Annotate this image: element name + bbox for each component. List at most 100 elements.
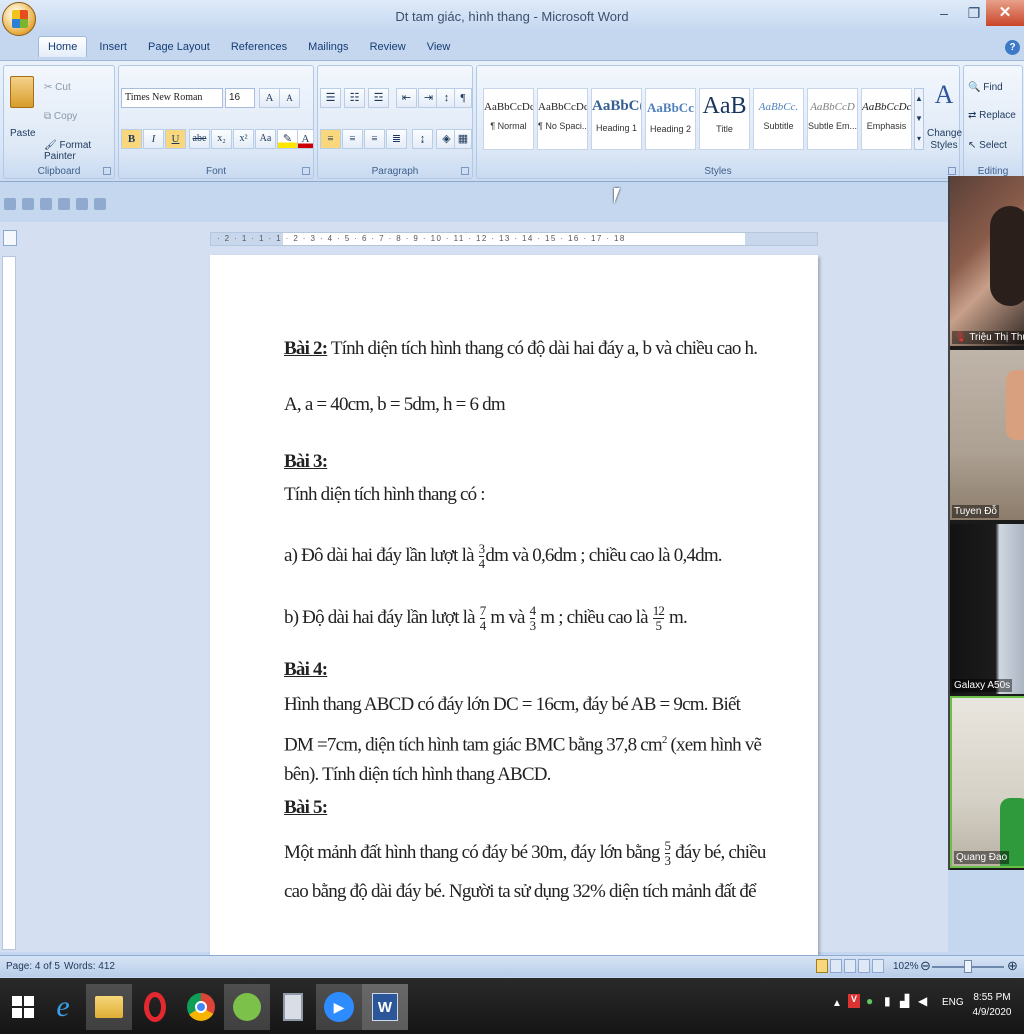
clock[interactable]: 8:55 PM 4/9/2020 (966, 990, 1018, 1020)
file-explorer-icon[interactable] (86, 984, 132, 1030)
draft-view-icon[interactable] (872, 959, 884, 973)
zoom-out-icon[interactable]: ⊖ (920, 958, 931, 974)
justify-icon[interactable]: ≣ (386, 129, 407, 149)
full-screen-view-icon[interactable] (830, 959, 842, 973)
strikethrough-button[interactable]: abe (189, 129, 210, 149)
internet-explorer-icon[interactable]: e (40, 984, 86, 1030)
superscript-button[interactable]: x² (233, 129, 254, 149)
close-button[interactable]: ✕ (986, 0, 1024, 26)
styles-launcher-icon[interactable] (948, 167, 956, 175)
opera-icon[interactable] (132, 984, 178, 1030)
font-color-icon[interactable]: A (297, 129, 314, 149)
language-indicator[interactable]: ENG (942, 997, 964, 1008)
office-button-icon[interactable] (2, 2, 36, 36)
find-button[interactable]: 🔍 Find (968, 82, 1003, 93)
network-icon[interactable]: ▮ (884, 994, 891, 1008)
chrome-icon[interactable] (178, 984, 224, 1030)
restore-button[interactable]: ❐ (960, 2, 988, 24)
green-app-icon[interactable] (224, 984, 270, 1030)
font-size-select[interactable]: 16 (225, 88, 255, 108)
style-subtitle[interactable]: AaBbCc. Subtitle (753, 88, 804, 150)
video-tile[interactable]: Galaxy A50s (950, 524, 1024, 694)
vertical-ruler[interactable] (2, 256, 16, 950)
align-left-icon[interactable]: ≡ (320, 129, 341, 149)
undo-icon[interactable] (22, 198, 34, 210)
tab-references[interactable]: References (222, 37, 296, 57)
clipboard-launcher-icon[interactable] (103, 167, 111, 175)
decrease-indent-icon[interactable]: ⇤ (396, 88, 417, 108)
underline-button[interactable]: U (165, 129, 186, 149)
shrink-font-button[interactable]: A (279, 88, 300, 108)
paste-icon[interactable] (10, 76, 34, 108)
multilevel-list-icon[interactable]: ☲ (368, 88, 389, 108)
style-title[interactable]: AaB Title (699, 88, 750, 150)
open-icon[interactable] (76, 198, 88, 210)
outline-view-icon[interactable] (858, 959, 870, 973)
change-styles-button[interactable]: Change Styles (927, 128, 962, 152)
line-spacing-icon[interactable]: ↨ (412, 129, 433, 149)
signal-icon[interactable]: ▟ (900, 994, 909, 1008)
styles-scroll-icon[interactable]: ▲ ▼ ▾ (914, 88, 924, 150)
page-count[interactable]: Page: 4 of 5 (6, 961, 60, 972)
align-center-icon[interactable]: ≡ (342, 129, 363, 149)
italic-button[interactable]: I (143, 129, 164, 149)
change-styles-icon[interactable]: A (929, 80, 959, 110)
new-document-icon[interactable] (58, 198, 70, 210)
style-normal[interactable]: AaBbCcDc ¶ Normal (483, 88, 534, 150)
align-right-icon[interactable]: ≡ (364, 129, 385, 149)
bullets-icon[interactable]: ☰ (320, 88, 341, 108)
print-layout-view-icon[interactable] (816, 959, 828, 973)
document-page[interactable]: Bài 2: Tính diện tích hình thang có độ d… (210, 255, 818, 955)
vpn-icon[interactable]: V (848, 994, 860, 1008)
style-heading-2[interactable]: AaBbCc Heading 2 (645, 88, 696, 150)
zoom-slider-thumb[interactable] (964, 960, 972, 973)
cut-button[interactable]: ✂ Cut (44, 82, 71, 93)
highlight-icon[interactable]: ✎ (277, 129, 298, 149)
calculator-icon[interactable] (270, 984, 316, 1030)
font-launcher-icon[interactable] (302, 167, 310, 175)
tab-home[interactable]: Home (38, 36, 88, 57)
style-no-spacing[interactable]: AaBbCcDc ¶ No Spaci... (537, 88, 588, 150)
tray-overflow-icon[interactable]: ▲ (832, 998, 842, 1009)
shield-icon[interactable]: ● (866, 994, 873, 1008)
replace-button[interactable]: ⇄ Replace (968, 110, 1016, 121)
word-app-icon[interactable]: W (362, 984, 408, 1030)
save-icon[interactable] (4, 198, 16, 210)
bold-button[interactable]: B (121, 129, 142, 149)
web-layout-view-icon[interactable] (844, 959, 856, 973)
redo-icon[interactable] (40, 198, 52, 210)
style-subtle-emphasis[interactable]: AaBbCcD Subtle Em... (807, 88, 858, 150)
tab-insert[interactable]: Insert (90, 37, 136, 57)
tab-selector-icon[interactable] (3, 230, 17, 246)
select-button[interactable]: ↖ Select (968, 140, 1007, 151)
numbering-icon[interactable]: ☷ (344, 88, 365, 108)
paste-button[interactable]: Paste (10, 128, 36, 139)
style-emphasis[interactable]: AaBbCcDc Emphasis (861, 88, 912, 150)
tab-mailings[interactable]: Mailings (299, 37, 357, 57)
borders-icon[interactable]: ▦ (454, 129, 472, 149)
subscript-button[interactable]: x₂ (211, 129, 232, 149)
help-icon[interactable]: ? (1005, 40, 1020, 55)
video-tile[interactable]: 🎙 Triệu Thị Thùy (950, 176, 1024, 346)
word-count[interactable]: Words: 412 (64, 961, 115, 972)
change-case-button[interactable]: Aa (255, 129, 276, 149)
paragraph-launcher-icon[interactable] (461, 167, 469, 175)
video-tile-active[interactable]: Quang Đao (950, 696, 1024, 868)
print-preview-icon[interactable] (94, 198, 106, 210)
show-marks-icon[interactable]: ¶ (454, 88, 472, 108)
zoom-app-icon[interactable]: ▶ (316, 984, 362, 1030)
tab-view[interactable]: View (418, 37, 460, 57)
zoom-in-icon[interactable]: ⊕ (1007, 958, 1018, 974)
format-painter-button[interactable]: 🖌 Format Painter (44, 140, 114, 162)
font-family-select[interactable]: Times New Roman (121, 88, 223, 108)
zoom-level[interactable]: 102% (893, 961, 919, 972)
copy-button[interactable]: ⧉ Copy (44, 111, 77, 122)
tab-review[interactable]: Review (361, 37, 415, 57)
horizontal-ruler[interactable]: · 2 · 1 · 1 · 1 · 2 · 3 · 4 · 5 · 6 · 7 … (210, 232, 818, 246)
video-tile[interactable]: Tuyen Đỗ (950, 350, 1024, 520)
style-heading-1[interactable]: AaBbC(Heading 1 (591, 88, 642, 150)
grow-font-button[interactable]: A (259, 88, 280, 108)
minimize-button[interactable]: – (930, 2, 958, 24)
volume-icon[interactable]: ◀ (918, 994, 927, 1008)
tab-page-layout[interactable]: Page Layout (139, 37, 219, 57)
